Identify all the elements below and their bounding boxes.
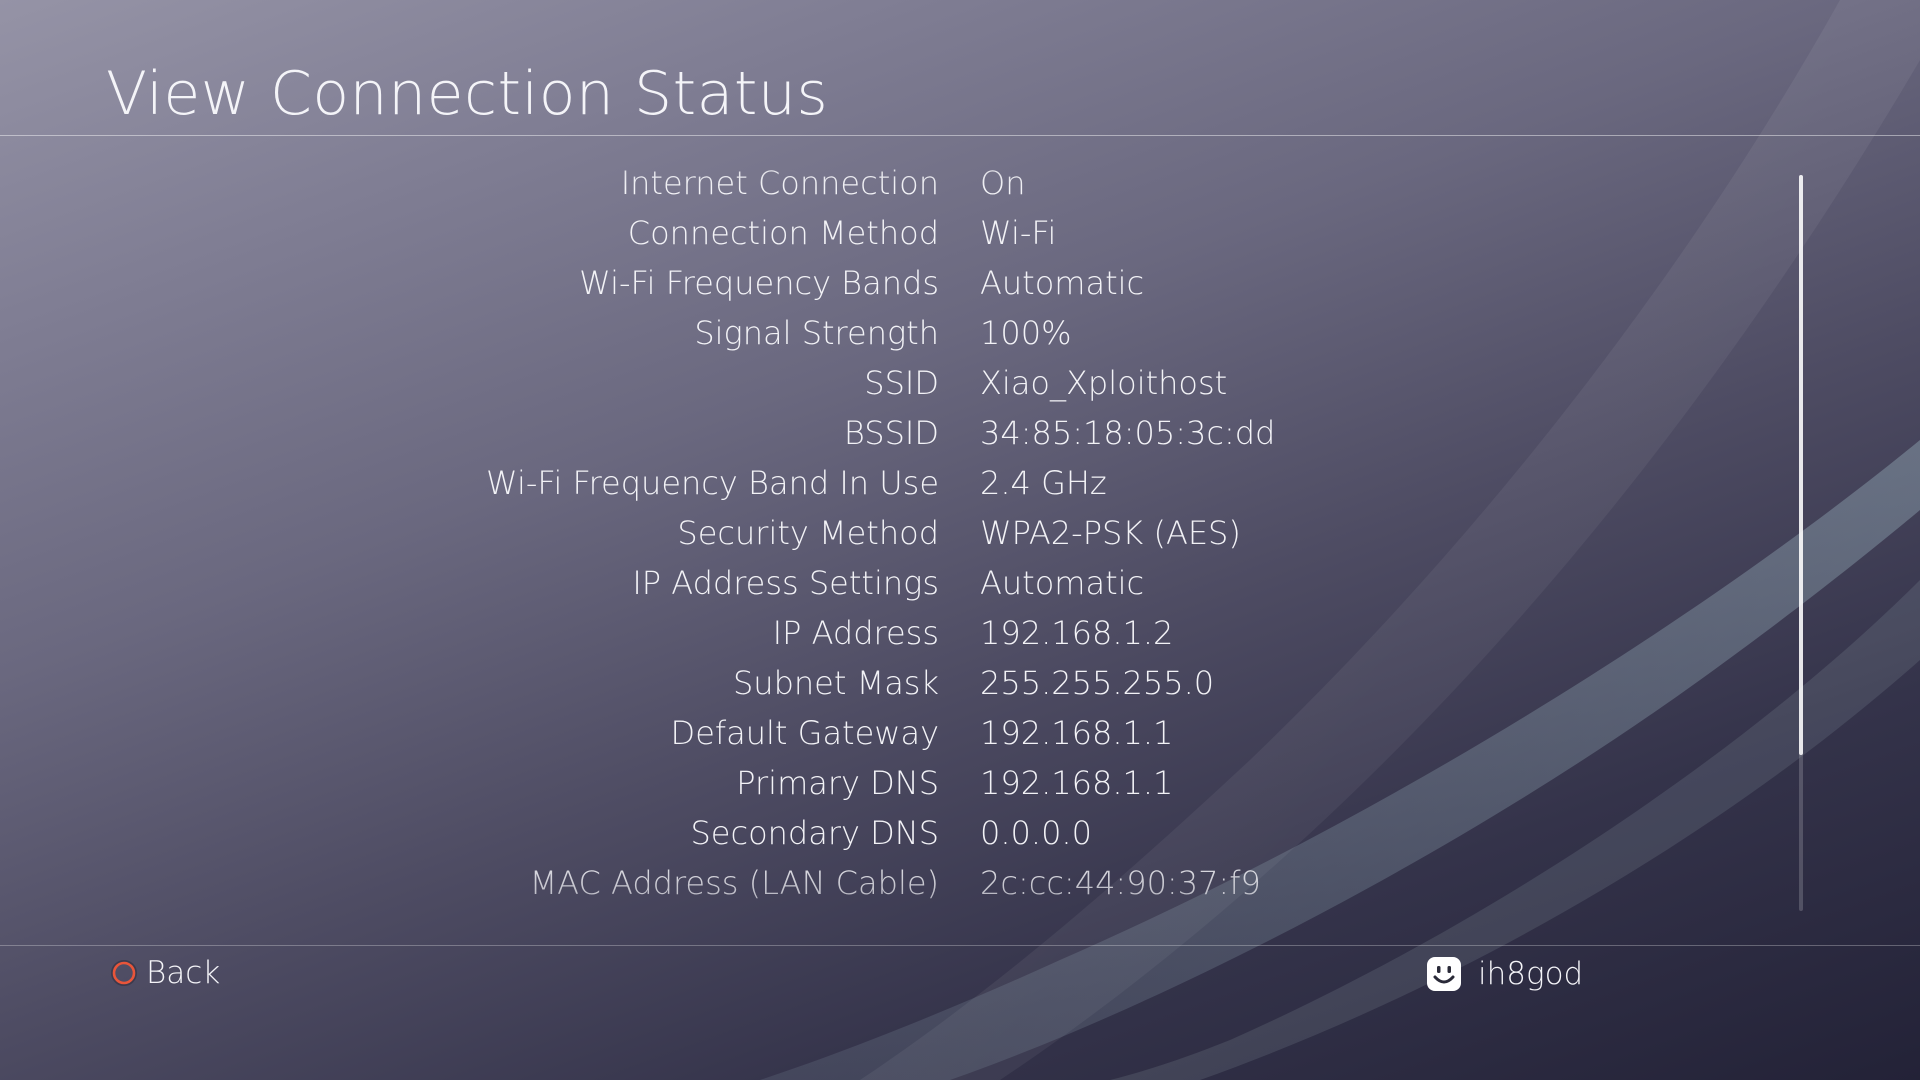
row-value: On	[980, 164, 1026, 202]
status-row-wifi-frequency-band-in-use: Wi-Fi Frequency Band In Use 2.4 GHz	[0, 458, 1760, 508]
row-value: 255.255.255.0	[980, 664, 1215, 702]
row-label: Default Gateway	[670, 714, 939, 752]
page-title: View Connection Status	[106, 59, 829, 129]
row-value: WPA2-PSK (AES)	[980, 514, 1241, 552]
row-value: 34:85:18:05:3c:dd	[980, 414, 1276, 452]
row-label: MAC Address (LAN Cable)	[529, 864, 939, 902]
row-label: Security Method	[677, 514, 939, 552]
status-row-mac-address-lan: MAC Address (LAN Cable) 2c:cc:44:90:37:f…	[0, 858, 1760, 908]
row-label: BSSID	[843, 414, 939, 452]
back-button[interactable]: Back	[111, 952, 220, 994]
scrollbar[interactable]	[1799, 175, 1803, 911]
username: ih8god	[1478, 956, 1584, 992]
row-value: Xiao_Xploithost	[980, 364, 1228, 402]
status-row-wifi-frequency-bands: Wi-Fi Frequency Bands Automatic	[0, 258, 1760, 308]
row-label: Subnet Mask	[732, 664, 939, 702]
status-row-ip-address: IP Address 192.168.1.2	[0, 608, 1760, 658]
status-row-signal-strength: Signal Strength 100%	[0, 308, 1760, 358]
row-value: Automatic	[980, 564, 1145, 602]
row-value: 2c:cc:44:90:37:f9	[980, 864, 1261, 902]
row-value: 100%	[980, 314, 1072, 352]
row-label: SSID	[864, 364, 939, 402]
footer-divider	[0, 945, 1920, 946]
row-label: Wi-Fi Frequency Bands	[579, 264, 939, 302]
row-label: Primary DNS	[736, 764, 939, 802]
row-value: 192.168.1.1	[980, 714, 1174, 752]
user-profile: ih8god	[1426, 953, 1583, 995]
status-row-default-gateway: Default Gateway 192.168.1.1	[0, 708, 1760, 758]
status-row-primary-dns: Primary DNS 192.168.1.1	[0, 758, 1760, 808]
scrollbar-thumb[interactable]	[1799, 175, 1803, 755]
row-value: 192.168.1.1	[980, 764, 1174, 802]
row-label: IP Address Settings	[632, 564, 939, 602]
connection-status-list[interactable]: Internet Connection On Connection Method…	[0, 158, 1760, 908]
smiley-avatar-icon	[1427, 957, 1461, 991]
status-row-ssid: SSID Xiao_Xploithost	[0, 358, 1760, 408]
row-label: Connection Method	[627, 214, 939, 252]
status-row-subnet-mask: Subnet Mask 255.255.255.0	[0, 658, 1760, 708]
row-label: Secondary DNS	[690, 814, 939, 852]
row-label: Wi-Fi Frequency Band In Use	[486, 464, 939, 502]
status-row-secondary-dns: Secondary DNS 0.0.0.0	[0, 808, 1760, 858]
row-label: Signal Strength	[694, 314, 939, 352]
status-row-connection-method: Connection Method Wi-Fi	[0, 208, 1760, 258]
row-label: Internet Connection	[620, 164, 939, 202]
back-label: Back	[146, 955, 221, 991]
circle-button-icon	[111, 960, 137, 986]
status-row-internet-connection: Internet Connection On	[0, 158, 1760, 208]
row-value: Wi-Fi	[980, 214, 1057, 252]
status-row-ip-address-settings: IP Address Settings Automatic	[0, 558, 1760, 608]
row-value: Automatic	[980, 264, 1145, 302]
row-label: IP Address	[772, 614, 939, 652]
row-value: 2.4 GHz	[980, 464, 1107, 502]
status-row-bssid: BSSID 34:85:18:05:3c:dd	[0, 408, 1760, 458]
header-divider	[0, 135, 1920, 136]
row-value: 0.0.0.0	[980, 814, 1092, 852]
row-value: 192.168.1.2	[980, 614, 1174, 652]
status-row-security-method: Security Method WPA2-PSK (AES)	[0, 508, 1760, 558]
